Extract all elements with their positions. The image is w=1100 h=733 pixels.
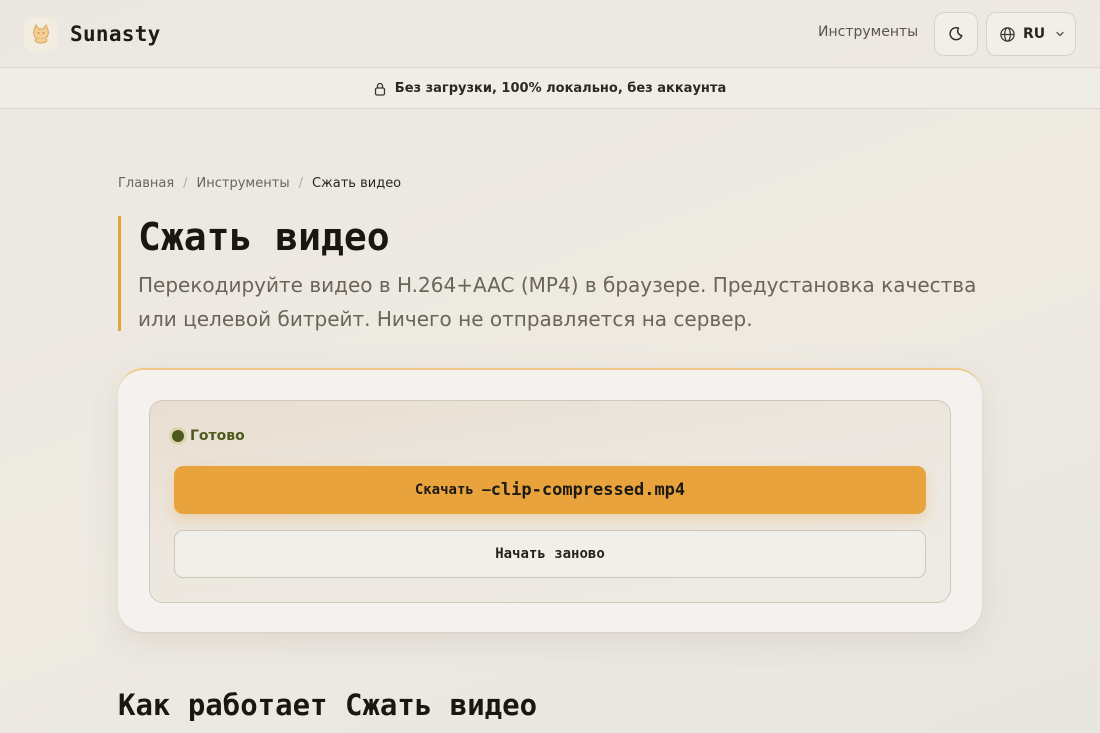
chevron-down-icon	[1056, 31, 1064, 37]
lock-icon	[374, 82, 385, 96]
status-indicator: Готово	[172, 428, 245, 444]
brand-name: Sunasty	[70, 22, 161, 46]
download-label: Скачать —	[414, 482, 491, 498]
language-select[interactable]: RU	[986, 12, 1076, 56]
privacy-banner-text: Без загрузки, 100% локально, без аккаунт…	[394, 81, 727, 96]
breadcrumb-current: Сжать видео	[311, 176, 402, 191]
cat-logo-icon	[24, 17, 58, 51]
globe-icon	[1000, 26, 1015, 42]
breadcrumb-separator: /	[183, 176, 188, 191]
breadcrumb: Главная / Инструменты / Сжать видео	[118, 176, 401, 191]
theme-toggle-button[interactable]	[934, 12, 978, 56]
language-label: RU	[1023, 26, 1046, 42]
download-button[interactable]: Скачать — clip-compressed.mp4	[174, 466, 926, 514]
top-header: Sunasty Инструменты RU	[0, 0, 1100, 68]
how-it-works-heading: Как работает Сжать видео	[118, 688, 538, 722]
nav-tools-link[interactable]: Инструменты	[818, 24, 918, 40]
breadcrumb-home[interactable]: Главная	[118, 176, 174, 191]
breadcrumb-separator: /	[298, 176, 303, 191]
privacy-banner: Без загрузки, 100% локально, без аккаунт…	[0, 69, 1100, 109]
page-title: Сжать видео	[138, 215, 390, 259]
status-dot-icon	[172, 430, 184, 442]
restart-button[interactable]: Начать заново	[174, 530, 926, 578]
page-hero: Сжать видео Перекодируйте видео в H.264+…	[118, 216, 978, 331]
result-panel: Готово Скачать — clip-compressed.mp4 Нач…	[149, 400, 951, 603]
brand-logo-link[interactable]: Sunasty	[24, 16, 161, 52]
status-label: Готово	[190, 428, 245, 444]
page-description: Перекодируйте видео в H.264+AAC (MP4) в …	[138, 273, 977, 331]
download-filename: clip-compressed.mp4	[490, 480, 686, 500]
tool-card: Готово Скачать — clip-compressed.mp4 Нач…	[118, 368, 982, 632]
moon-icon	[949, 27, 963, 41]
breadcrumb-tools[interactable]: Инструменты	[197, 176, 290, 191]
